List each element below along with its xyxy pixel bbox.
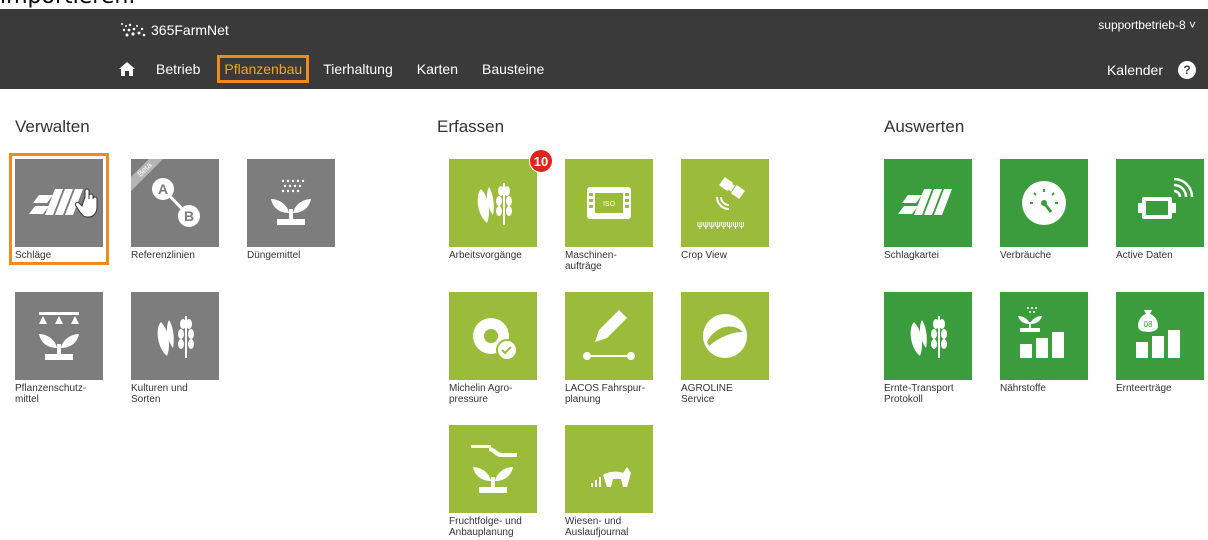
track-planning-icon bbox=[583, 310, 635, 360]
tile-label-schlaege: Schläge bbox=[15, 250, 52, 261]
user-menu[interactable]: supportbetrieb-8 ˅ bbox=[1098, 18, 1196, 32]
tile-kulturen-sorten[interactable] bbox=[131, 292, 219, 380]
crop-rotation-icon bbox=[471, 445, 517, 493]
tile-referenzlinien[interactable]: Beta A B bbox=[131, 159, 219, 247]
notification-badge: 10 bbox=[529, 149, 553, 173]
yields-icon: 08 bbox=[1136, 310, 1180, 358]
tile-label-lacos: LACOS Fahrspur- planung bbox=[565, 383, 646, 405]
tile-arbeitsvorgaenge[interactable] bbox=[449, 159, 537, 247]
tile-agroline[interactable] bbox=[681, 292, 769, 380]
help-icon[interactable]: ? bbox=[1178, 61, 1196, 79]
nav-item-pflanzenbau[interactable]: Pflanzenbau bbox=[217, 55, 310, 83]
tile-ernteertraege[interactable]: 08 bbox=[1116, 292, 1204, 380]
svg-text:08: 08 bbox=[1144, 320, 1153, 329]
tile-schlagkartei[interactable] bbox=[884, 159, 972, 247]
tile-maschinenauftraege[interactable]: ISO bbox=[565, 159, 653, 247]
section-title-erfassen: Erfassen bbox=[437, 117, 505, 136]
svg-text:ISO: ISO bbox=[603, 201, 616, 208]
tile-label-maschinenauftraege: Maschinen- aufträge bbox=[565, 250, 617, 272]
agroline-icon bbox=[703, 314, 747, 358]
tile-label-ernteertraege: Ernteerträge bbox=[1116, 383, 1172, 394]
gauge-icon bbox=[1022, 181, 1066, 225]
nutrients-icon bbox=[1018, 307, 1064, 358]
svg-text:ψψψψψψψψ: ψψψψψψψψ bbox=[697, 220, 745, 230]
tile-crop-view[interactable]: ψψψψψψψψ bbox=[681, 159, 769, 247]
top-navigation-bar: 365FarmNet supportbetrieb-8 ˅ Betrieb Pf… bbox=[0, 9, 1208, 89]
telemetry-icon bbox=[1138, 177, 1194, 219]
nav-item-bausteine[interactable]: Bausteine bbox=[478, 57, 548, 81]
crops-icon bbox=[157, 316, 194, 358]
nav-item-tierhaltung[interactable]: Tierhaltung bbox=[319, 57, 397, 81]
svg-text:B: B bbox=[184, 208, 194, 224]
tile-label-kulturen-sorten: Kulturen und Sorten bbox=[131, 383, 188, 405]
clipped-caption: importieren. bbox=[0, 0, 135, 9]
nav-item-karten[interactable]: Karten bbox=[413, 57, 462, 81]
work-processes-icon bbox=[477, 183, 512, 225]
tile-label-ernte-transport: Ernte-Transport Protokoll bbox=[884, 383, 954, 405]
iso-terminal-icon: ISO bbox=[587, 187, 631, 219]
logo-text: 365FarmNet bbox=[151, 22, 229, 38]
tile-label-active-daten: Active Daten bbox=[1116, 250, 1173, 261]
reference-line-icon: A B bbox=[152, 178, 200, 227]
home-icon[interactable] bbox=[118, 60, 136, 78]
tile-label-schlagkartei: Schlagkartei bbox=[884, 250, 940, 261]
tile-verbraeuche[interactable] bbox=[1000, 159, 1088, 247]
tile-label-naehrstoffe: Nährstoffe bbox=[1000, 383, 1046, 394]
farmnet-logo-icon bbox=[121, 23, 146, 37]
section-title-verwalten: Verwalten bbox=[15, 117, 90, 136]
tile-lacos[interactable] bbox=[565, 292, 653, 380]
tile-pflanzenschutzmittel[interactable] bbox=[15, 292, 103, 380]
tire-pressure-icon bbox=[473, 318, 518, 361]
tile-duengemittel[interactable] bbox=[247, 159, 335, 247]
tile-label-wiesen-auslaufjournal: Wiesen- und Auslaufjournal bbox=[565, 516, 629, 538]
tile-wiesen-auslaufjournal[interactable] bbox=[565, 425, 653, 513]
tile-label-fruchtfolge: Fruchtfolge- und Anbauplanung bbox=[449, 516, 522, 538]
tile-label-michelin: Michelin Agro- pressure bbox=[449, 383, 513, 405]
tile-ernte-transport[interactable] bbox=[884, 292, 972, 380]
tile-label-referenzlinien: Referenzlinien bbox=[131, 250, 195, 261]
fertilizer-icon bbox=[271, 179, 311, 225]
tile-label-crop-view: Crop View bbox=[681, 250, 727, 261]
crop-protection-icon bbox=[39, 312, 79, 360]
section-title-auswerten: Auswerten bbox=[884, 117, 965, 136]
tile-schlaege[interactable] bbox=[15, 159, 103, 247]
tile-label-verbraeuche: Verbräuche bbox=[1000, 250, 1052, 261]
right-nav: Kalender ? bbox=[1107, 61, 1196, 79]
fields-icon bbox=[29, 188, 98, 218]
tile-label-agroline: AGROLINE Service bbox=[681, 383, 733, 405]
tile-active-daten[interactable] bbox=[1116, 159, 1204, 247]
calendar-link[interactable]: Kalender bbox=[1107, 62, 1163, 78]
pasture-journal-icon bbox=[591, 467, 631, 487]
satellite-icon: ψψψψψψψψ bbox=[697, 177, 745, 230]
harvest-transport-icon bbox=[910, 316, 947, 358]
nav-item-betrieb[interactable]: Betrieb bbox=[152, 57, 204, 81]
tile-label-arbeitsvorgaenge: Arbeitsvorgänge bbox=[449, 250, 522, 261]
main-nav: Betrieb Pflanzenbau Tierhaltung Karten B… bbox=[118, 55, 564, 83]
svg-text:A: A bbox=[158, 181, 168, 197]
tile-label-pflanzenschutzmittel: Pflanzenschutz- mittel bbox=[15, 383, 87, 405]
tile-naehrstoffe[interactable] bbox=[1000, 292, 1088, 380]
field-records-icon bbox=[898, 189, 952, 215]
tile-fruchtfolge[interactable] bbox=[449, 425, 537, 513]
tile-label-duengemittel: Düngemittel bbox=[247, 250, 301, 261]
logo[interactable]: 365FarmNet bbox=[118, 19, 229, 41]
tile-michelin[interactable] bbox=[449, 292, 537, 380]
